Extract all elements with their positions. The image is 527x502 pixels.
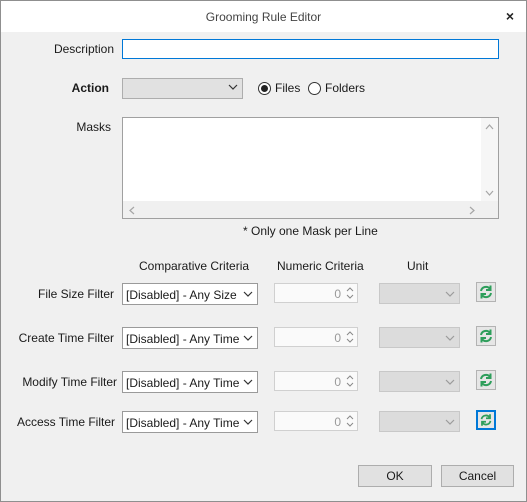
access-time-numeric-value: 0 bbox=[334, 415, 341, 429]
description-label: Description bbox=[53, 42, 114, 56]
file-size-unit-select[interactable] bbox=[379, 283, 460, 304]
access-time-filter-label: Access Time Filter bbox=[16, 415, 115, 429]
spin-updown-icon[interactable] bbox=[345, 373, 355, 389]
refresh-icon bbox=[480, 329, 492, 343]
folders-radio[interactable] bbox=[308, 82, 321, 95]
modify-time-numeric-input[interactable]: 0 bbox=[274, 371, 358, 391]
modify-time-unit-select[interactable] bbox=[379, 371, 460, 392]
masks-label: Masks bbox=[76, 120, 111, 134]
chevron-down-icon bbox=[445, 335, 455, 341]
scroll-down-icon[interactable] bbox=[485, 190, 494, 197]
chevron-down-icon bbox=[243, 379, 253, 385]
refresh-icon bbox=[480, 414, 492, 426]
ok-button[interactable]: OK bbox=[358, 465, 432, 487]
file-size-criteria-value: [Disabled] - Any Size bbox=[126, 288, 237, 302]
vertical-scrollbar[interactable] bbox=[481, 118, 498, 202]
create-time-numeric-value: 0 bbox=[334, 331, 341, 345]
create-time-criteria-value: [Disabled] - Any Time bbox=[126, 332, 240, 346]
radio-selected-dot bbox=[261, 85, 268, 92]
spin-updown-icon[interactable] bbox=[345, 285, 355, 301]
access-time-refresh-button[interactable] bbox=[476, 410, 496, 430]
create-time-numeric-input[interactable]: 0 bbox=[274, 327, 358, 347]
file-size-refresh-button[interactable] bbox=[476, 282, 496, 302]
access-time-criteria-value: [Disabled] - Any Time bbox=[126, 416, 240, 430]
window-title: Grooming Rule Editor bbox=[205, 10, 322, 24]
spin-updown-icon[interactable] bbox=[345, 329, 355, 345]
scroll-up-icon[interactable] bbox=[485, 123, 494, 130]
modify-time-criteria-select[interactable]: [Disabled] - Any Time bbox=[122, 371, 258, 393]
description-input[interactable] bbox=[122, 39, 499, 59]
chevron-down-icon bbox=[243, 419, 253, 425]
create-time-criteria-select[interactable]: [Disabled] - Any Time bbox=[122, 327, 258, 349]
chevron-down-icon bbox=[445, 291, 455, 297]
masks-note: * Only one Mask per Line bbox=[243, 224, 378, 238]
numeric-criteria-header: Numeric Criteria bbox=[277, 259, 364, 273]
chevron-down-icon bbox=[445, 419, 455, 425]
modify-time-numeric-value: 0 bbox=[334, 375, 341, 389]
refresh-icon bbox=[480, 285, 492, 299]
scroll-right-icon[interactable] bbox=[469, 206, 476, 215]
create-time-filter-label: Create Time Filter bbox=[18, 331, 114, 345]
comparative-criteria-header: Comparative Criteria bbox=[139, 259, 250, 273]
masks-textarea[interactable] bbox=[122, 117, 499, 219]
modify-time-filter-label: Modify Time Filter bbox=[22, 375, 117, 389]
chevron-down-icon bbox=[243, 335, 253, 341]
file-size-numeric-input[interactable]: 0 bbox=[274, 283, 358, 303]
modify-time-refresh-button[interactable] bbox=[476, 370, 496, 390]
chevron-down-icon bbox=[445, 379, 455, 385]
cancel-button[interactable]: Cancel bbox=[441, 465, 514, 487]
action-select[interactable] bbox=[122, 78, 243, 99]
files-radio-label[interactable]: Files bbox=[275, 81, 300, 95]
chevron-down-icon bbox=[228, 84, 238, 90]
access-time-criteria-select[interactable]: [Disabled] - Any Time bbox=[122, 411, 258, 433]
spin-updown-icon[interactable] bbox=[345, 413, 355, 429]
access-time-unit-select[interactable] bbox=[379, 411, 460, 432]
close-button[interactable]: × bbox=[506, 8, 514, 24]
chevron-down-icon bbox=[243, 291, 253, 297]
file-size-numeric-value: 0 bbox=[334, 287, 341, 301]
modify-time-criteria-value: [Disabled] - Any Time bbox=[126, 376, 240, 390]
title-bar[interactable]: Grooming Rule Editor × bbox=[1, 1, 526, 32]
folders-radio-label[interactable]: Folders bbox=[325, 81, 365, 95]
file-size-criteria-select[interactable]: [Disabled] - Any Size bbox=[122, 283, 258, 305]
unit-header: Unit bbox=[407, 259, 429, 273]
create-time-refresh-button[interactable] bbox=[476, 326, 496, 346]
horizontal-scrollbar[interactable] bbox=[123, 201, 498, 218]
action-label: Action bbox=[71, 81, 109, 95]
grooming-rule-editor-dialog: Grooming Rule Editor × Description Actio… bbox=[0, 0, 527, 502]
create-time-unit-select[interactable] bbox=[379, 327, 460, 348]
file-size-filter-label: File Size Filter bbox=[37, 287, 114, 301]
scroll-left-icon[interactable] bbox=[128, 206, 135, 215]
files-radio[interactable] bbox=[258, 82, 271, 95]
access-time-numeric-input[interactable]: 0 bbox=[274, 411, 358, 431]
refresh-icon bbox=[480, 373, 492, 387]
